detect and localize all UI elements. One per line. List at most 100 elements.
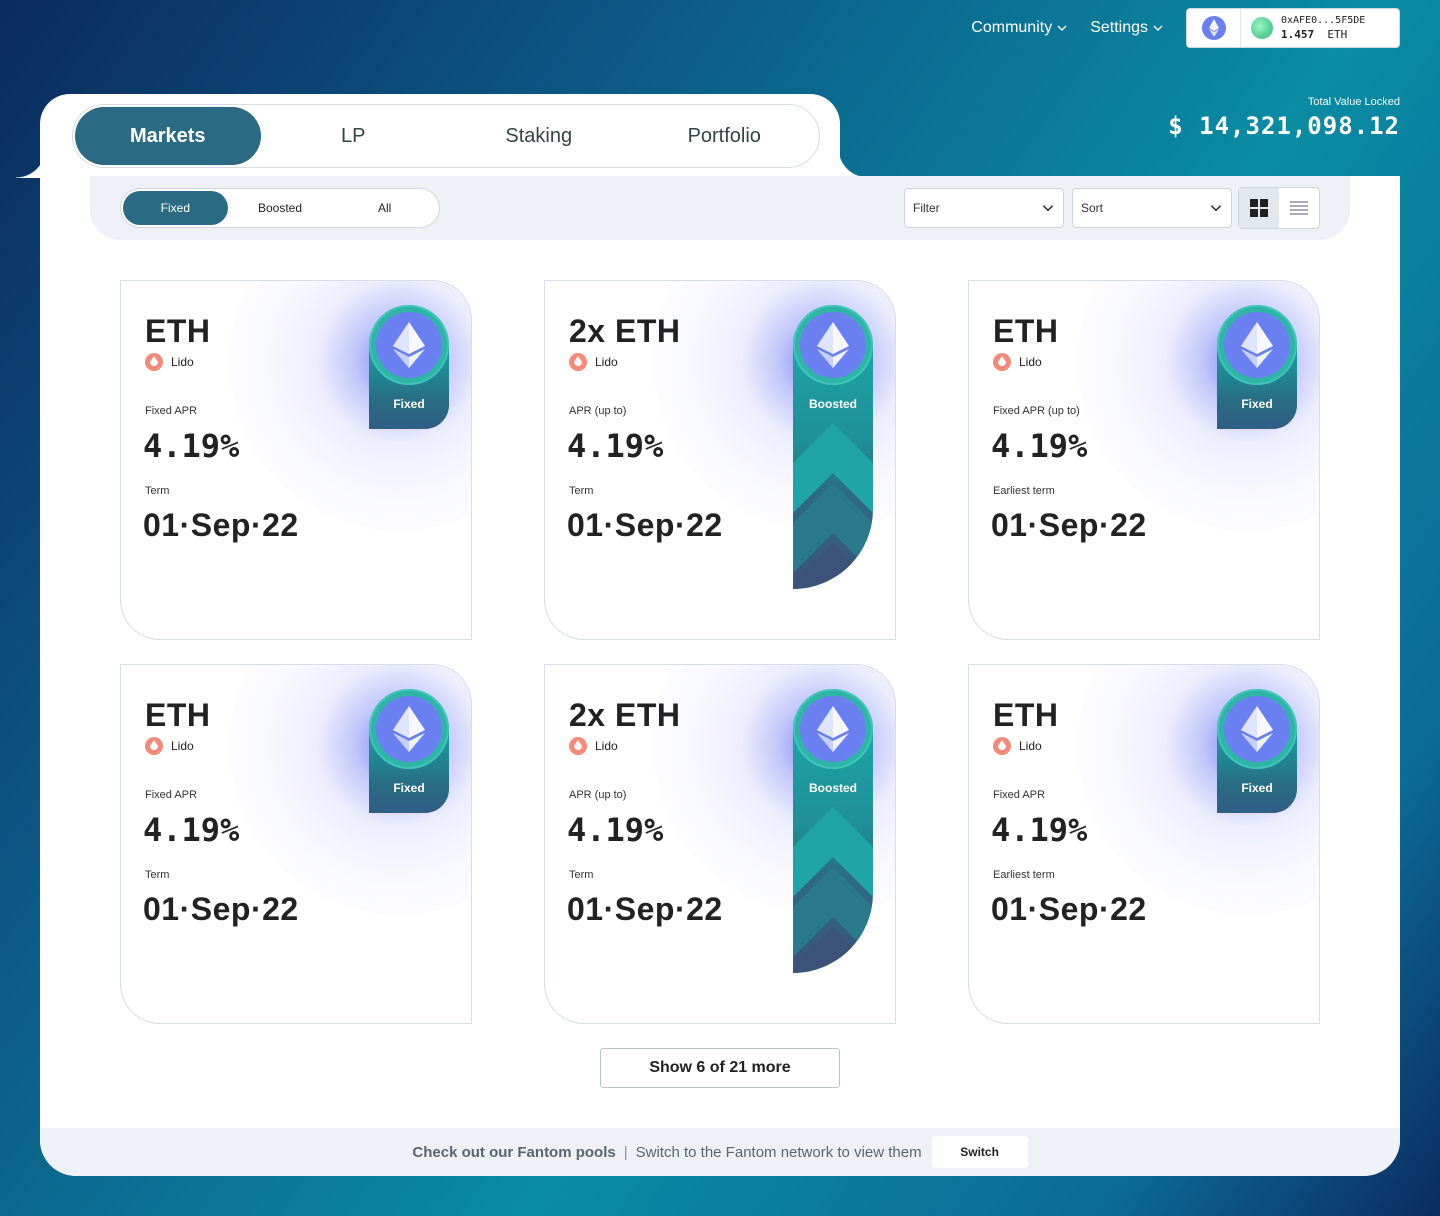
settings-label: Settings [1090,19,1148,36]
badge-label: Fixed [393,397,425,411]
tab-lp[interactable]: LP [261,107,447,165]
term-value: 01·Sep·22 [991,507,1147,543]
settings-dropdown[interactable]: Settings [1090,19,1164,37]
lido-icon [993,737,1011,755]
card-provider: Lido [993,353,1042,371]
network-banner: Check out our Fantom pools | Switch to t… [40,1128,1400,1176]
term-value: 01·Sep·22 [143,891,299,927]
banner-separator: | [623,1143,628,1161]
card-provider: Lido [145,737,194,755]
apr-value: 4.19% [991,427,1088,465]
total-value-locked: Total Value Locked $ 14,321,098.12 [1168,96,1400,140]
segment-boosted[interactable]: Boosted [228,191,333,225]
list-view-button[interactable] [1279,188,1319,228]
badge-label: Boosted [809,781,857,795]
chevron-down-icon [1042,205,1054,212]
wallet-balance: 1.457 ETH [1281,28,1365,42]
ethereum-icon [1224,312,1290,378]
market-card[interactable]: ETH Lido Fixed APR (up to) 4.19% Earlies… [968,280,1320,640]
boost-chevrons-icon [793,807,873,973]
ethereum-icon [800,312,866,378]
markets-panel: Fixed Boosted All Filter Sort ETH Lido F… [40,176,1400,1176]
badge-ring [793,689,873,769]
ethereum-icon [376,312,442,378]
tab-portfolio[interactable]: Portfolio [632,107,818,165]
market-card[interactable]: ETH Lido Fixed APR 4.19% Term 01·Sep·22 [120,280,472,640]
ethereum-icon [376,696,442,762]
apr-value: 4.19% [567,811,664,849]
lido-icon [569,737,587,755]
apr-label: Fixed APR [145,405,197,417]
boost-chevrons-icon [793,423,873,589]
card-provider: Lido [569,737,618,755]
badge-ring [1217,689,1297,769]
community-dropdown[interactable]: Community [971,19,1068,37]
card-provider: Lido [993,737,1042,755]
ethereum-icon [800,696,866,762]
ethereum-network-icon [1201,16,1226,40]
market-type-segmented-control: Fixed Boosted All [120,188,440,228]
show-more-button[interactable]: Show 6 of 21 more [600,1048,840,1088]
apr-label: APR (up to) [569,789,627,801]
term-value: 01·Sep·22 [567,891,723,927]
banner-bold-text: Check out our Fantom pools [412,1143,616,1161]
list-icon [1290,201,1308,215]
apr-value: 4.19% [143,427,240,465]
badge-ring [1217,305,1297,385]
balance-amount: 1.457 [1281,28,1315,41]
market-card[interactable]: 2x ETH Lido APR (up to) 4.19% Term 01·Se… [544,280,896,640]
wallet-widget[interactable]: 0xAFE0...5F5DE 1.457 ETH [1186,8,1400,48]
provider-name: Lido [171,739,194,753]
apr-label: APR (up to) [569,405,627,417]
badge-label: Boosted [809,397,857,411]
balance-currency: ETH [1327,28,1348,41]
filter-label: Filter [913,201,940,215]
grid-view-button[interactable] [1239,188,1279,228]
switch-network-button[interactable]: Switch [931,1136,1028,1168]
apr-value: 4.19% [567,427,664,465]
card-symbol: ETH [145,313,211,349]
term-label: Term [145,869,170,881]
ethereum-icon [1224,696,1290,762]
card-symbol: 2x ETH [569,697,681,733]
sort-select[interactable]: Sort [1072,188,1232,228]
chevron-down-icon [1057,25,1067,31]
segment-fixed[interactable]: Fixed [123,191,228,225]
lido-icon [993,353,1011,371]
chevron-down-icon [1210,205,1222,212]
card-symbol: 2x ETH [569,313,681,349]
term-label: Term [569,869,594,881]
provider-name: Lido [595,739,618,753]
lido-icon [145,353,163,371]
provider-name: Lido [1019,355,1042,369]
term-label: Term [569,485,594,497]
card-provider: Lido [569,353,618,371]
main-tabs: Markets LP Staking Portfolio [72,104,820,168]
badge-label: Fixed [393,781,425,795]
tvl-value: $ 14,321,098.12 [1168,112,1400,140]
term-label: Term [145,485,170,497]
badge-label: Fixed [1241,397,1273,411]
filter-select[interactable]: Filter [904,188,1064,228]
segment-all[interactable]: All [332,191,437,225]
apr-label: Fixed APR [993,789,1045,801]
market-card[interactable]: 2x ETH Lido APR (up to) 4.19% Term 01·Se… [544,664,896,1024]
card-provider: Lido [145,353,194,371]
term-value: 01·Sep·22 [991,891,1147,927]
tab-markets[interactable]: Markets [75,107,261,165]
badge-label: Fixed [1241,781,1273,795]
view-toggle [1238,187,1320,229]
market-card[interactable]: ETH Lido Fixed APR 4.19% Earliest term 0… [968,664,1320,1024]
term-value: 01·Sep·22 [567,507,723,543]
account-info[interactable]: 0xAFE0...5F5DE 1.457 ETH [1241,9,1399,47]
apr-label: Fixed APR (up to) [993,405,1080,417]
badge-ring [369,689,449,769]
apr-value: 4.19% [143,811,240,849]
badge-ring [793,305,873,385]
network-selector[interactable] [1187,9,1241,47]
wallet-address: 0xAFE0...5F5DE [1281,15,1366,26]
market-card[interactable]: ETH Lido Fixed APR 4.19% Term 01·Sep·22 [120,664,472,1024]
tab-staking[interactable]: Staking [446,107,632,165]
community-label: Community [971,19,1053,36]
lido-icon [569,353,587,371]
